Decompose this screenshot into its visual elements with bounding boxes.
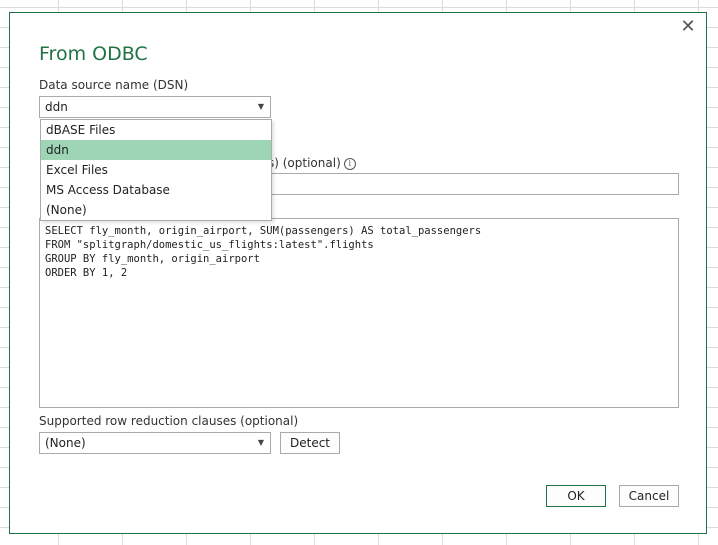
row-reduction-select[interactable]: (None) ▼ [39,432,271,454]
close-icon[interactable]: ✕ [678,17,698,37]
sql-line: GROUP BY fly_month, origin_airport [45,253,260,265]
sql-line: ORDER BY 1, 2 [45,267,128,279]
row-reduction-label: Supported row reduction clauses (optiona… [39,414,299,428]
ok-button[interactable]: OK [546,485,606,507]
info-icon[interactable]: i [343,157,356,170]
connection-string-label: s) (optional) i [268,156,356,170]
sql-line: SELECT fly_month, origin_airport, SUM(pa… [45,225,482,237]
sql-statement-textarea[interactable]: SELECT fly_month, origin_airport, SUM(pa… [39,218,679,408]
dsn-label: Data source name (DSN) [39,78,189,92]
odbc-dialog: ✕ From ODBC Data source name (DSN) ddn ▼… [9,12,707,534]
detect-button[interactable]: Detect [280,432,340,454]
cancel-button[interactable]: Cancel [619,485,679,507]
chevron-down-icon: ▼ [257,102,264,111]
sql-line: FROM "splitgraph/domestic_us_flights:lat… [45,239,374,251]
dsn-select[interactable]: ddn ▼ [39,96,271,118]
dsn-option-dbase-files[interactable]: dBASE Files [41,120,271,140]
connection-string-input[interactable] [268,173,679,195]
dsn-option-ddn[interactable]: ddn [41,140,271,160]
dsn-option-excel-files[interactable]: Excel Files [41,160,271,180]
dsn-dropdown-list: dBASE Files ddn Excel Files MS Access Da… [40,119,272,221]
dsn-option-none[interactable]: (None) [41,200,271,220]
dsn-option-ms-access-database[interactable]: MS Access Database [41,180,271,200]
dsn-select-value: ddn [45,100,68,114]
dialog-title: From ODBC [39,43,148,65]
row-reduction-select-value: (None) [45,436,86,450]
connection-string-label-text: s) (optional) [268,156,341,170]
chevron-down-icon: ▼ [257,438,264,447]
